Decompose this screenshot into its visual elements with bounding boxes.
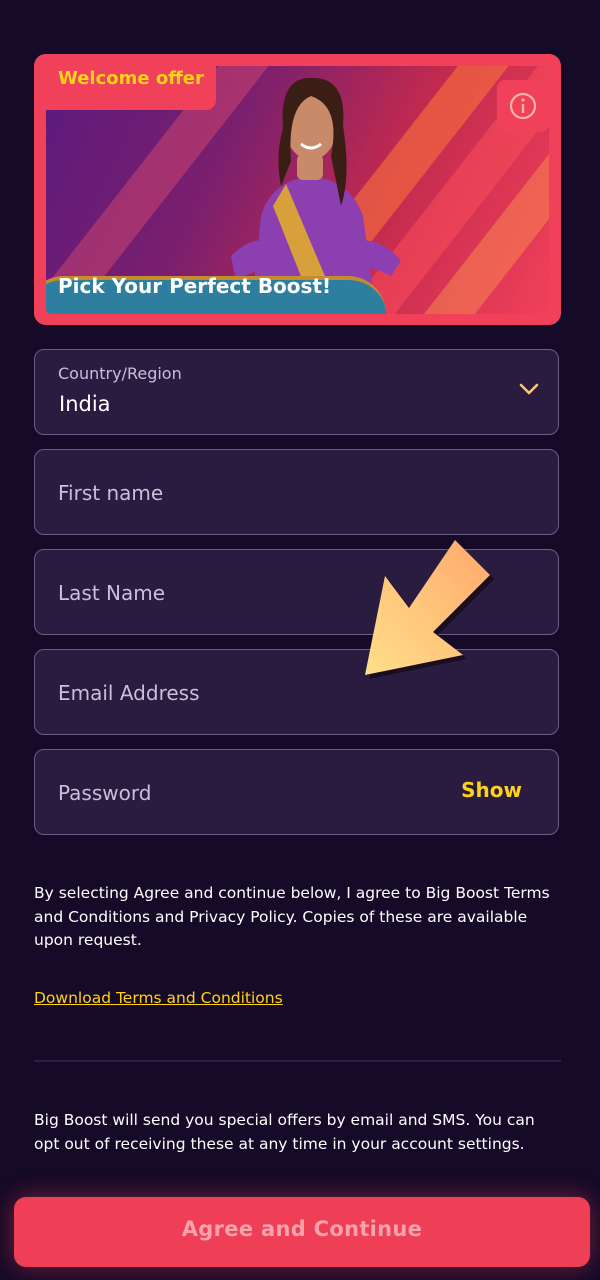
info-button[interactable] <box>497 80 549 132</box>
divider <box>34 1060 561 1062</box>
marketing-offers-text: Big Boost will send you special offers b… <box>34 1111 535 1153</box>
welcome-offer-banner: Welcome offer Pick Your Perfect Boost! <box>34 54 561 325</box>
info-icon <box>509 92 537 120</box>
email-placeholder: Email Address <box>58 681 200 705</box>
country-region-select[interactable]: Country/Region India <box>34 349 559 435</box>
password-placeholder: Password <box>58 781 152 805</box>
country-region-value: India <box>59 392 111 416</box>
password-field[interactable]: Password Show <box>34 749 559 835</box>
agree-and-continue-button[interactable]: Agree and Continue <box>14 1197 590 1267</box>
chevron-down-icon <box>519 383 539 395</box>
download-terms-link[interactable]: Download Terms and Conditions <box>34 989 283 1007</box>
last-name-placeholder: Last Name <box>58 581 166 605</box>
terms-consent-text: By selecting Agree and continue below, I… <box>34 884 550 949</box>
arrow-pointer-icon <box>365 540 494 679</box>
banner-title: Pick Your Perfect Boost! <box>58 274 332 298</box>
show-password-button[interactable]: Show <box>461 778 522 802</box>
welcome-offer-label: Welcome offer <box>58 68 204 89</box>
first-name-placeholder: First name <box>58 481 164 505</box>
first-name-field[interactable]: First name <box>34 449 559 535</box>
country-region-label: Country/Region <box>58 364 182 383</box>
welcome-offer-tab: Welcome offer <box>34 54 216 110</box>
agree-and-continue-label: Agree and Continue <box>181 1217 423 1241</box>
